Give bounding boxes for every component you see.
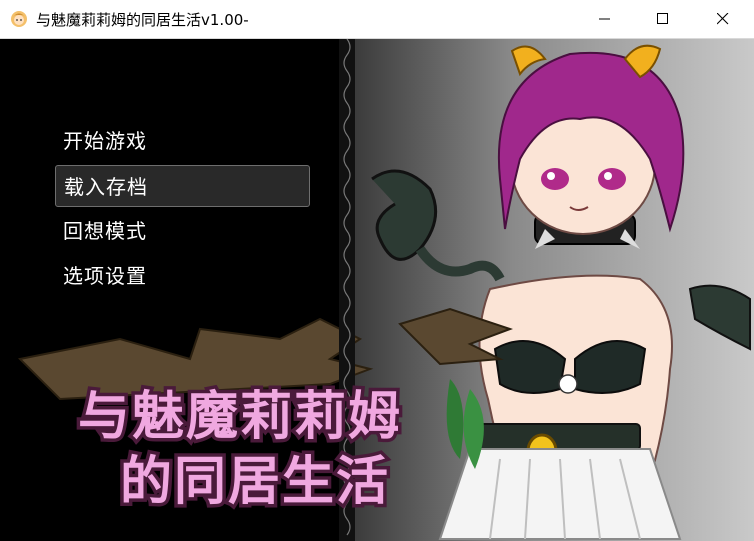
maximize-icon bbox=[657, 13, 668, 24]
close-icon bbox=[717, 13, 729, 25]
window-title: 与魅魔莉莉姆的同居生活v1.00- bbox=[36, 11, 249, 29]
app-icon bbox=[11, 11, 27, 27]
menu-item-load-save[interactable]: 载入存档 bbox=[55, 165, 310, 207]
game-canvas[interactable]: 开始游戏 载入存档 回想模式 选项设置 与魅魔莉莉姆 的同居生活 bbox=[0, 39, 754, 541]
close-button[interactable] bbox=[694, 0, 752, 38]
menu-item-recollection[interactable]: 回想模式 bbox=[55, 210, 310, 252]
game-window: 与魅魔莉莉姆的同居生活v1.00- 开始游戏 载入存档 回想模式 选项设置 与魅… bbox=[0, 0, 754, 541]
menu-item-options[interactable]: 选项设置 bbox=[55, 255, 310, 297]
minimize-icon bbox=[599, 18, 610, 20]
maximize-button[interactable] bbox=[634, 0, 692, 38]
menu-item-start-game[interactable]: 开始游戏 bbox=[55, 120, 310, 162]
lace-border bbox=[339, 39, 355, 541]
title-bar[interactable]: 与魅魔莉莉姆的同居生活v1.00- bbox=[0, 0, 754, 39]
minimize-button[interactable] bbox=[576, 0, 634, 38]
